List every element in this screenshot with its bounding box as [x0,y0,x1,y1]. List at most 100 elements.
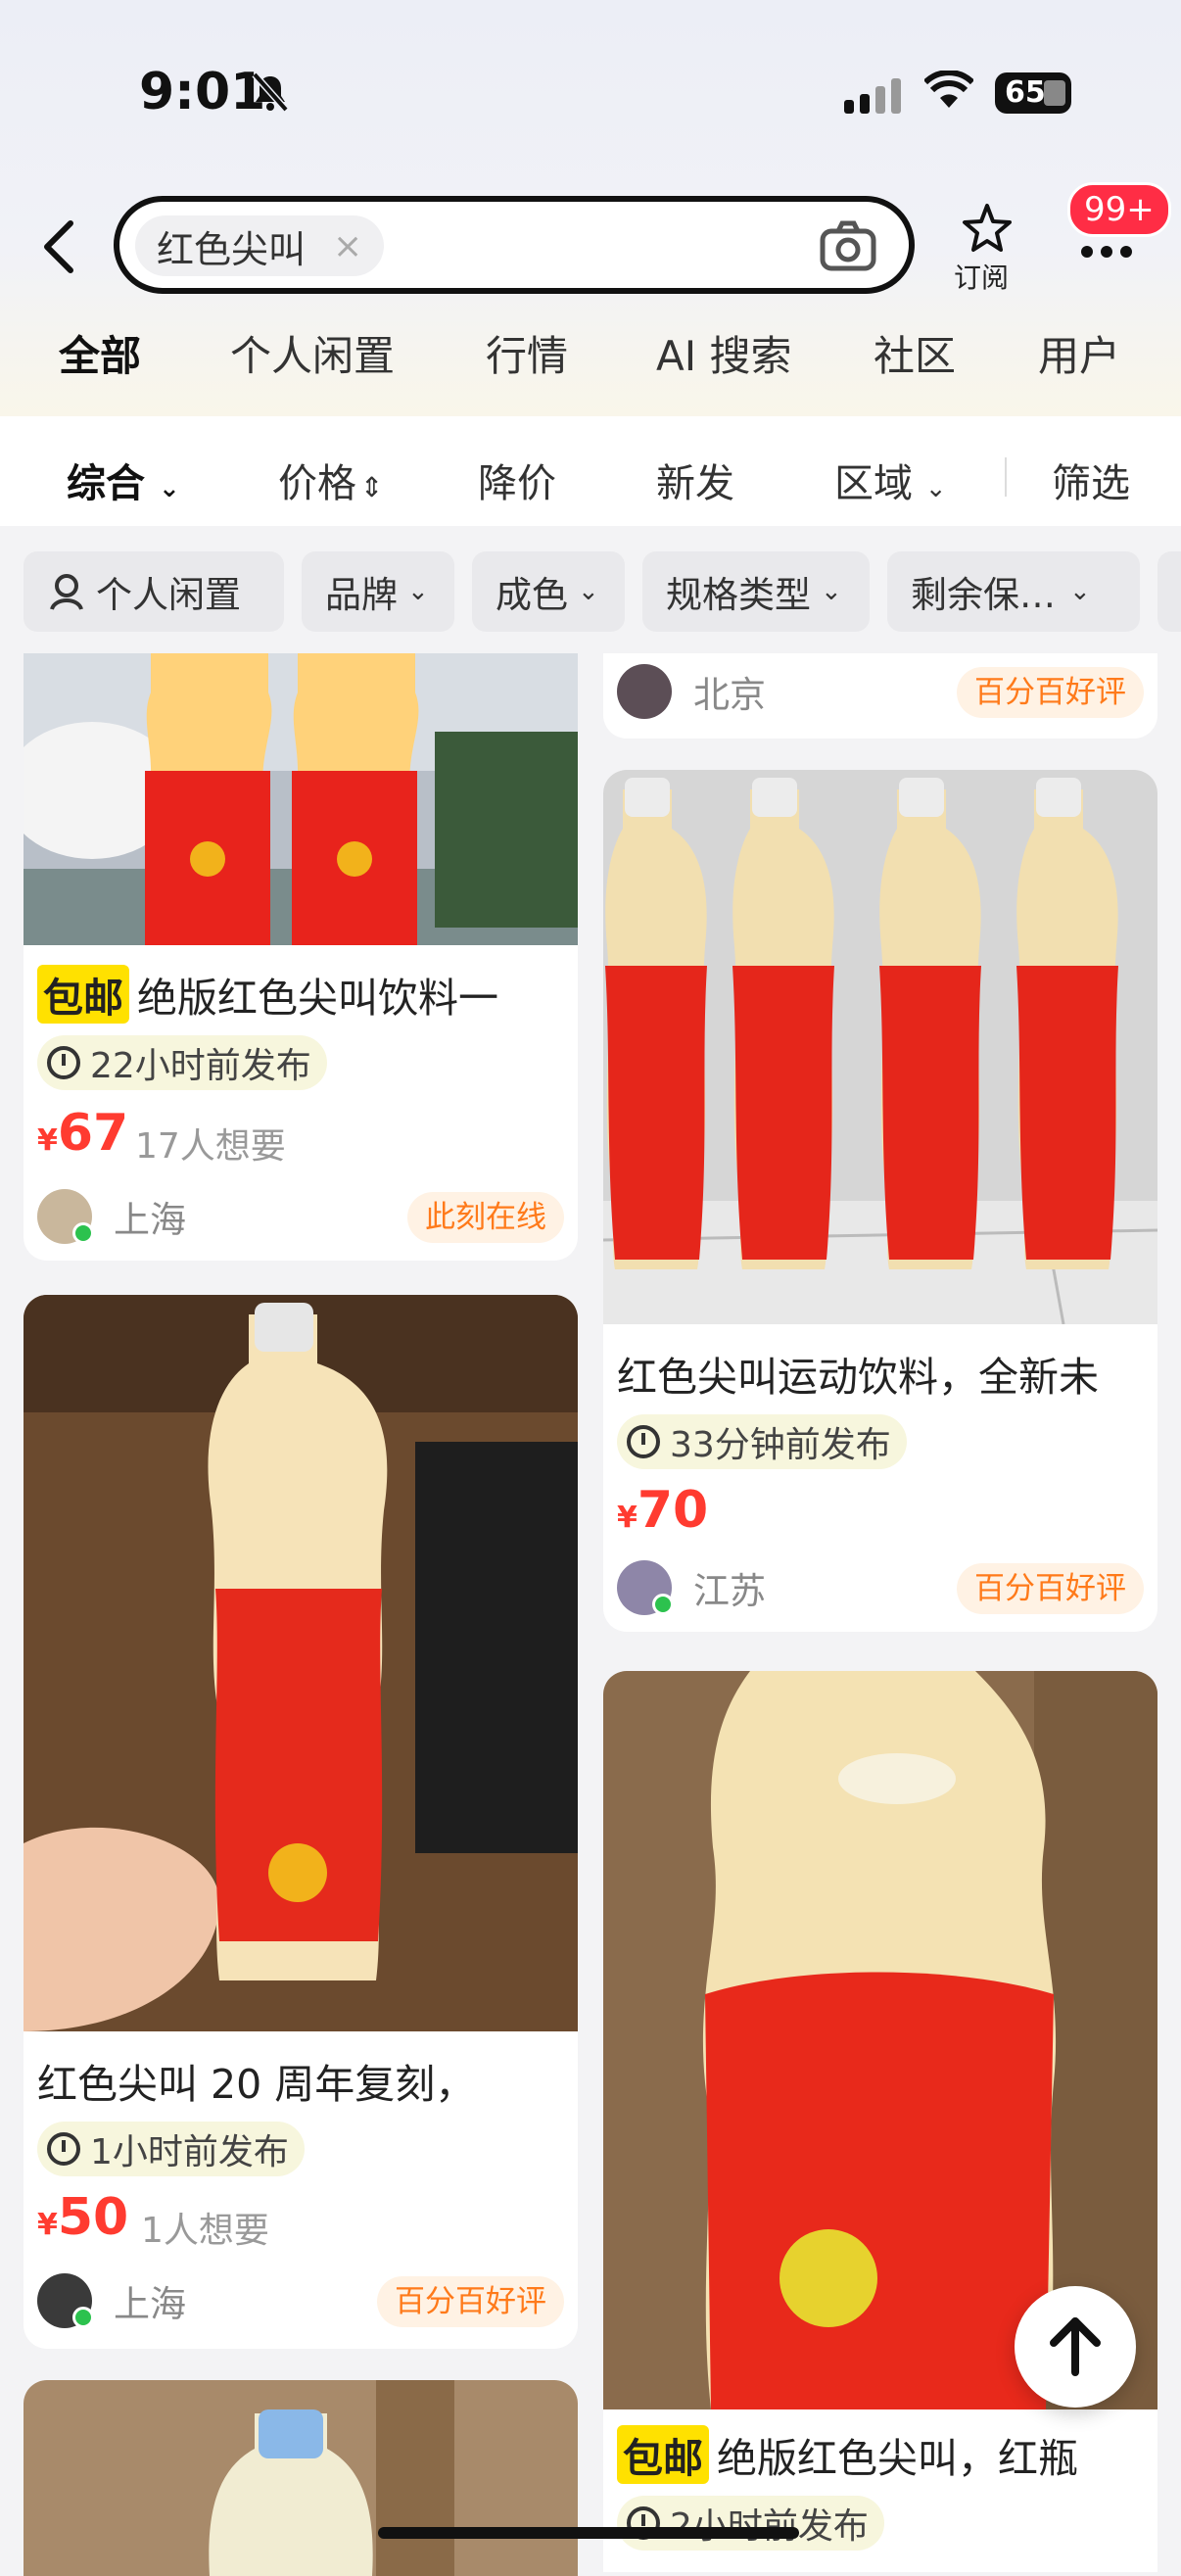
bell-muted-icon [252,72,289,113]
search-query-text: 红色尖叫 [157,227,307,271]
filter-label: 成色 [496,574,568,616]
avatar [37,1189,94,1244]
clear-query-icon[interactable]: × [333,226,362,266]
product-card[interactable]: 包邮绝版红色尖叫，红瓶 2小时前发布 [603,1671,1157,2572]
product-card[interactable]: 红色尖叫运动饮料，全新未 33分钟前发布 ¥70 江苏 百分百好评 [603,770,1157,1632]
chevron-down-icon: ⌄ [924,474,947,503]
sort-price[interactable]: 价格 ⇕ [278,452,383,508]
subscribe-star-icon[interactable] [960,202,1015,255]
sort-region[interactable]: 区域 ⌄ [834,452,947,508]
filter-brand[interactable]: 品牌 ⌄ [302,551,454,632]
status-time: 9:01 [139,63,266,121]
product-image [24,1295,578,2031]
online-dot [72,1222,94,1244]
header-area: 9:01 65 红色尖叫 × 订阅 99+ 全部 个人闲置 行情 AI 搜索 社… [0,0,1181,416]
sort-price-drop[interactable]: 降价 [478,452,556,508]
sort-label: 价格 [278,461,356,506]
sort-filter[interactable]: 筛选 [1052,452,1130,508]
publish-time: 2小时前发布 [617,2496,884,2551]
price: ¥50 [37,2188,128,2247]
publish-time-text: 2小时前发布 [670,2498,869,2549]
back-to-top-button[interactable] [1015,2286,1136,2408]
battery-level: 65 [1005,75,1046,110]
search-query-chip[interactable]: 红色尖叫 × [135,215,385,276]
chevron-down-icon: ⌄ [821,577,842,606]
wifi-icon [924,71,973,108]
battery-icon: 65 [995,72,1071,114]
filter-more-chip[interactable] [1157,551,1181,632]
filter-personal-idle[interactable]: 个人闲置 [24,551,284,632]
filter-label: 规格类型 [666,574,811,616]
publish-time: 1小时前发布 [37,2122,305,2176]
product-title-text: 绝版红色尖叫饮料一 [137,975,498,1022]
product-image [24,653,578,945]
more-icon[interactable] [1081,243,1140,262]
subscribe-label[interactable]: 订阅 [954,257,1009,296]
publish-time-text: 22小时前发布 [90,1046,311,1086]
publish-time-text: 33分钟前发布 [670,1425,891,1465]
back-arrow-icon[interactable] [39,217,78,276]
product-title: 红色尖叫运动饮料，全新未 [617,1354,1099,1401]
sort-label: 区域 [834,461,913,506]
online-dot [652,1594,674,1615]
filter-spec-type[interactable]: 规格类型 ⌄ [642,551,870,632]
seller-city: 北京 [693,674,766,716]
product-card[interactable]: 北京 百分百好评 [603,653,1157,739]
want-count: 1人想要 [141,2211,269,2251]
status-badge: 此刻在线 [407,1192,564,1243]
filter-remaining-warranty[interactable]: 剩余保… ⌄ [887,551,1140,632]
home-indicator[interactable] [378,2527,799,2539]
tab-ai-search[interactable]: AI 搜索 [656,323,791,383]
currency-symbol: ¥ [37,1123,58,1158]
sort-bar: 综合 ⌄ 价格 ⇕ 降价 新发 区域 ⌄ 筛选 [0,416,1181,526]
product-card[interactable]: 红色尖叫 20 周年复刻， 1小时前发布 ¥50 1人想要 上海 百分百好评 [24,1295,578,2349]
price-value: 70 [637,1481,709,1540]
seller-city: 江苏 [693,1570,766,1612]
currency-symbol: ¥ [37,2208,58,2242]
online-dot [72,2307,94,2328]
sort-label: 综合 [67,461,145,506]
seller-city: 上海 [114,1199,186,1241]
sort-comprehensive[interactable]: 综合 ⌄ [67,452,180,508]
camera-icon[interactable] [819,217,877,272]
tab-users[interactable]: 用户 [1038,323,1120,383]
product-image [24,2380,578,2576]
want-count: 17人想要 [135,1126,286,1167]
seller-city: 上海 [114,2283,186,2325]
product-title: 包邮 绝版红色尖叫饮料一 [37,965,566,1024]
tab-community[interactable]: 社区 [874,323,956,383]
filter-condition[interactable]: 成色 ⌄ [472,551,625,632]
seller-info[interactable]: 江苏 [617,1553,766,1622]
divider [1005,457,1007,497]
publish-time-text: 1小时前发布 [90,2132,289,2172]
chevron-down-icon: ⌄ [158,474,180,503]
currency-symbol: ¥ [617,1501,638,1535]
seller-info[interactable]: 上海 [37,1182,186,1251]
sort-new[interactable]: 新发 [656,452,734,508]
tab-label: 全部 [59,332,142,380]
status-badge: 百分百好评 [957,667,1144,718]
price: ¥67 [37,1104,128,1163]
avatar [617,664,672,719]
status-badge: 百分百好评 [377,2276,564,2327]
status-badge: 百分百好评 [957,1563,1144,1614]
search-bar[interactable]: 红色尖叫 × [114,196,915,294]
product-card[interactable]: 包邮 绝版红色尖叫饮料一 22小时前发布 ¥67 17人想要 上海 此刻在线 [24,653,578,1261]
publish-time: 22小时前发布 [37,1035,327,1090]
seller-info[interactable]: 北京 [617,657,766,726]
chevron-down-icon: ⌄ [407,577,429,606]
tab-all[interactable]: 全部 [59,323,142,383]
chevron-down-icon: ⌄ [1069,577,1091,606]
category-tabs: 全部 个人闲置 行情 AI 搜索 社区 用户 [0,323,1181,382]
product-title-text: 绝版红色尖叫，红瓶 [717,2435,1078,2482]
seller-info[interactable]: 上海 [37,2266,186,2335]
tab-personal-idle[interactable]: 个人闲置 [230,323,395,383]
notification-badge: 99+ [1067,182,1171,237]
product-card[interactable] [24,2380,578,2576]
signal-icon [844,76,903,114]
person-icon [50,574,83,610]
tab-market[interactable]: 行情 [486,323,568,383]
free-shipping-tag: 包邮 [37,965,129,1024]
product-title: 包邮 绝版红色尖叫，红瓶 [617,2425,1146,2484]
arrow-up-icon [1050,2317,1101,2376]
